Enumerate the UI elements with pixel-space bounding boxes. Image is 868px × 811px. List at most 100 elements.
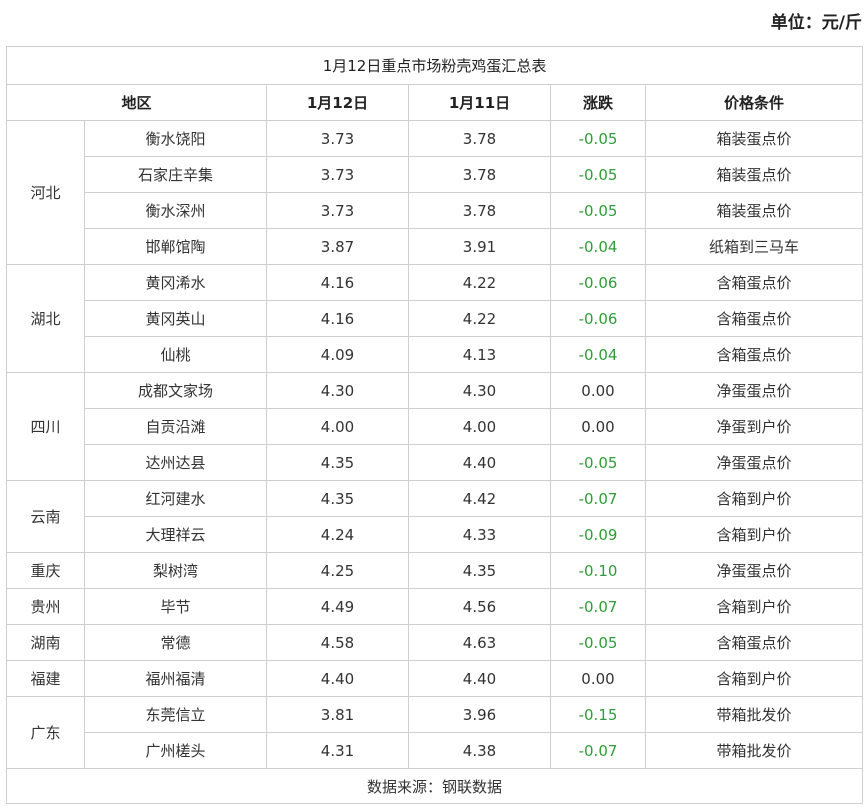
table-row: 四川 成都文家场 4.30 4.30 0.00 净蛋蛋点价 [6, 372, 864, 481]
region-cell: 福建 [6, 660, 85, 697]
jan11-price-cell: 3.96 [408, 696, 551, 733]
change-cell: -0.15 [550, 696, 646, 733]
condition-cell: 含箱蛋点价 [644, 336, 864, 373]
condition-cell: 净蛋蛋点价 [644, 552, 864, 589]
unit-label: 单位：元/斤 [770, 13, 862, 33]
jan12-price-cell: 4.35 [266, 480, 409, 517]
market-cell: 广州槎头 [84, 732, 267, 769]
table-row: 石家庄辛集 3.73 3.78 -0.05 箱装蛋点价 [7, 156, 864, 193]
table-row: 福建 福州福清 4.40 4.40 0.00 含箱到户价 [6, 660, 864, 697]
region-cell: 河北 [6, 120, 85, 265]
jan12-price-cell: 4.31 [266, 732, 409, 769]
jan12-price-cell: 4.16 [266, 264, 409, 301]
change-cell: 0.00 [550, 660, 646, 697]
jan12-price-cell: 3.73 [266, 120, 409, 157]
jan11-price-cell: 4.00 [408, 408, 551, 445]
condition-cell: 净蛋到户价 [644, 408, 864, 445]
condition-cell: 带箱批发价 [644, 732, 864, 769]
table-row: 贵州 毕节 4.49 4.56 -0.07 含箱到户价 [6, 588, 864, 625]
jan11-price-cell: 4.42 [408, 480, 551, 517]
condition-cell: 纸箱到三马车 [644, 228, 864, 265]
condition-cell: 含箱到户价 [644, 588, 864, 625]
market-cell: 自贡沿滩 [84, 408, 267, 445]
table-row: 云南 红河建水 4.35 4.42 -0.07 含箱到户价 [6, 480, 864, 553]
table-row: 自贡沿滩 4.00 4.00 0.00 净蛋到户价 [7, 408, 864, 445]
change-cell: -0.09 [550, 516, 646, 553]
jan11-price-cell: 3.91 [408, 228, 551, 265]
table-title: 1月12日重点市场粉壳鸡蛋汇总表 [5, 46, 864, 85]
condition-cell: 箱装蛋点价 [644, 156, 864, 193]
jan12-price-cell: 4.30 [266, 372, 409, 409]
header-region: 地区 [6, 84, 267, 121]
market-cell: 成都文家场 [84, 372, 267, 409]
jan11-price-cell: 4.22 [408, 264, 551, 301]
jan12-price-cell: 3.73 [266, 192, 409, 229]
table-row: 衡水深州 3.73 3.78 -0.05 箱装蛋点价 [7, 192, 864, 229]
jan11-price-cell: 4.30 [408, 372, 551, 409]
jan12-price-cell: 4.09 [266, 336, 409, 373]
market-cell: 邯郸馆陶 [84, 228, 267, 265]
market-cell: 东莞信立 [84, 696, 267, 733]
jan12-price-cell: 4.58 [266, 624, 409, 661]
region-cell: 四川 [6, 372, 85, 481]
jan11-price-cell: 4.35 [408, 552, 551, 589]
jan12-price-cell: 4.49 [266, 588, 409, 625]
jan11-price-cell: 3.78 [408, 192, 551, 229]
market-cell: 衡水深州 [84, 192, 267, 229]
market-cell: 仙桃 [84, 336, 267, 373]
jan11-price-cell: 4.22 [408, 300, 551, 337]
market-cell: 毕节 [84, 588, 267, 625]
condition-cell: 含箱蛋点价 [644, 624, 864, 661]
table-row: 仙桃 4.09 4.13 -0.04 含箱蛋点价 [7, 336, 864, 373]
jan12-price-cell: 4.35 [266, 444, 409, 481]
change-cell: -0.06 [550, 300, 646, 337]
change-cell: -0.10 [550, 552, 646, 589]
change-cell: 0.00 [550, 372, 646, 409]
jan12-price-cell: 3.81 [266, 696, 409, 733]
region-cell: 湖北 [6, 264, 85, 373]
table-row: 广东 东莞信立 3.81 3.96 -0.15 带箱批发价 [6, 696, 864, 769]
egg-price-table: 1月12日重点市场粉壳鸡蛋汇总表 地区 1月12日 1月11日 涨跌 价格条件 … [5, 46, 864, 804]
condition-cell: 箱装蛋点价 [644, 120, 864, 157]
data-source: 数据来源：钢联数据 [5, 768, 864, 804]
region-cell: 贵州 [6, 588, 85, 625]
condition-cell: 含箱蛋点价 [644, 300, 864, 337]
change-cell: 0.00 [550, 408, 646, 445]
table-row: 河北 衡水饶阳 3.73 3.78 -0.05 箱装蛋点价 [6, 120, 864, 265]
table-row: 重庆 梨树湾 4.25 4.35 -0.10 净蛋蛋点价 [6, 552, 864, 589]
table-row: 广州槎头 4.31 4.38 -0.07 带箱批发价 [7, 732, 864, 769]
region-cell: 云南 [6, 480, 85, 553]
table-row: 邯郸馆陶 3.87 3.91 -0.04 纸箱到三马车 [7, 228, 864, 265]
region-cell: 重庆 [6, 552, 85, 589]
change-cell: -0.06 [550, 264, 646, 301]
jan12-price-cell: 4.24 [266, 516, 409, 553]
jan11-price-cell: 4.38 [408, 732, 551, 769]
change-cell: -0.07 [550, 480, 646, 517]
jan12-price-cell: 4.25 [266, 552, 409, 589]
market-cell: 红河建水 [84, 480, 267, 517]
header-jan11: 1月11日 [408, 84, 551, 121]
jan11-price-cell: 3.78 [408, 120, 551, 157]
change-cell: -0.05 [550, 624, 646, 661]
change-cell: -0.04 [550, 336, 646, 373]
jan11-price-cell: 3.78 [408, 156, 551, 193]
market-cell: 大理祥云 [84, 516, 267, 553]
change-cell: -0.05 [550, 192, 646, 229]
condition-cell: 含箱到户价 [644, 660, 864, 697]
change-cell: -0.05 [550, 120, 646, 157]
condition-cell: 净蛋蛋点价 [644, 444, 864, 481]
jan11-price-cell: 4.33 [408, 516, 551, 553]
condition-cell: 含箱到户价 [644, 516, 864, 553]
table-row: 湖南 常德 4.58 4.63 -0.05 含箱蛋点价 [6, 624, 864, 661]
jan11-price-cell: 4.63 [408, 624, 551, 661]
jan12-price-cell: 3.87 [266, 228, 409, 265]
market-cell: 黄冈英山 [84, 300, 267, 337]
header-jan12: 1月12日 [266, 84, 409, 121]
jan11-price-cell: 4.40 [408, 444, 551, 481]
jan11-price-cell: 4.13 [408, 336, 551, 373]
market-cell: 梨树湾 [84, 552, 267, 589]
market-cell: 黄冈浠水 [84, 264, 267, 301]
region-cell: 湖南 [6, 624, 85, 661]
condition-cell: 净蛋蛋点价 [644, 372, 864, 409]
market-cell: 达州达县 [84, 444, 267, 481]
